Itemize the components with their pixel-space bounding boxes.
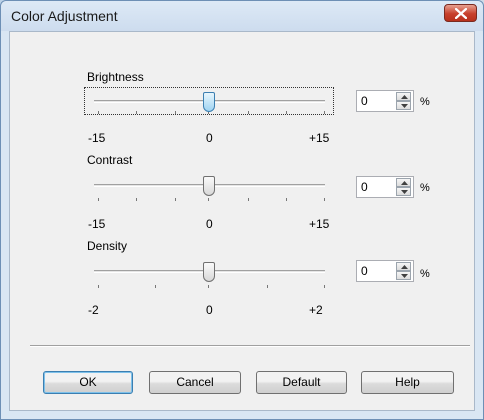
density-max-label: +2: [309, 303, 323, 317]
brightness-max-label: +15: [309, 131, 330, 145]
brightness-spin-up-button[interactable]: [396, 92, 411, 101]
density-unit: %: [420, 268, 430, 280]
density-slider-thumb[interactable]: [203, 262, 215, 282]
brightness-unit: %: [420, 96, 430, 108]
contrast-value: 0: [361, 180, 368, 194]
contrast-mid-label: 0: [206, 217, 213, 231]
default-button[interactable]: Default: [256, 371, 347, 394]
cancel-button[interactable]: Cancel: [149, 371, 241, 394]
density-tick: [98, 285, 99, 288]
dialog-client-area: Brightness -15 0 +15 0 % Contrast -15 0 …: [9, 31, 475, 411]
spin-up-arrow-icon: [401, 265, 408, 269]
density-tick: [208, 285, 209, 288]
brightness-tick: [248, 111, 249, 114]
contrast-unit: %: [420, 182, 430, 194]
brightness-tick: [286, 111, 287, 114]
brightness-spin-down-button[interactable]: [396, 101, 411, 110]
contrast-slider-thumb[interactable]: [203, 176, 215, 196]
spin-up-arrow-icon: [401, 181, 408, 185]
contrast-spin-down-button[interactable]: [396, 187, 411, 196]
brightness-value-field[interactable]: 0: [356, 90, 414, 112]
brightness-spinner[interactable]: [396, 92, 411, 110]
density-spin-down-button[interactable]: [396, 271, 411, 280]
density-value: 0: [361, 264, 368, 278]
brightness-value: 0: [361, 94, 368, 108]
density-tick: [267, 285, 268, 288]
window-title: Color Adjustment: [11, 8, 118, 24]
spin-down-arrow-icon: [401, 274, 408, 278]
contrast-tick: [98, 198, 99, 201]
brightness-label: Brightness: [87, 70, 144, 84]
density-tick: [155, 285, 156, 288]
contrast-min-label: -15: [88, 217, 106, 231]
contrast-tick: [324, 198, 325, 201]
contrast-label: Contrast: [87, 153, 133, 167]
brightness-mid-label: 0: [206, 131, 213, 145]
density-mid-label: 0: [206, 303, 213, 317]
contrast-tick: [286, 198, 287, 201]
brightness-slider-thumb[interactable]: [203, 92, 215, 112]
color-adjustment-dialog: Color Adjustment Brightness -15 0 +15 0: [0, 0, 484, 420]
contrast-spin-up-button[interactable]: [396, 178, 411, 187]
brightness-tick: [175, 111, 176, 114]
spin-down-arrow-icon: [401, 104, 408, 108]
brightness-min-label: -15: [88, 131, 106, 145]
density-spinner[interactable]: [396, 262, 411, 280]
density-label: Density: [87, 239, 128, 253]
close-icon: [455, 8, 467, 19]
density-spin-up-button[interactable]: [396, 262, 411, 271]
density-tick: [324, 285, 325, 288]
spin-up-arrow-icon: [401, 95, 408, 99]
brightness-tick: [324, 111, 325, 114]
contrast-tick: [175, 198, 176, 201]
button-separator: [30, 345, 470, 347]
density-value-field[interactable]: 0: [356, 260, 414, 282]
help-button[interactable]: Help: [361, 371, 454, 394]
contrast-spinner[interactable]: [396, 178, 411, 196]
contrast-tick: [208, 198, 209, 201]
close-button[interactable]: [444, 4, 477, 22]
title-bar: Color Adjustment: [1, 1, 483, 31]
contrast-tick: [248, 198, 249, 201]
density-min-label: -2: [88, 303, 99, 317]
contrast-value-field[interactable]: 0: [356, 176, 414, 198]
ok-button[interactable]: OK: [43, 371, 133, 394]
brightness-tick: [136, 111, 137, 114]
spin-down-arrow-icon: [401, 190, 408, 194]
contrast-tick: [136, 198, 137, 201]
contrast-max-label: +15: [309, 217, 330, 231]
brightness-tick: [98, 111, 99, 114]
